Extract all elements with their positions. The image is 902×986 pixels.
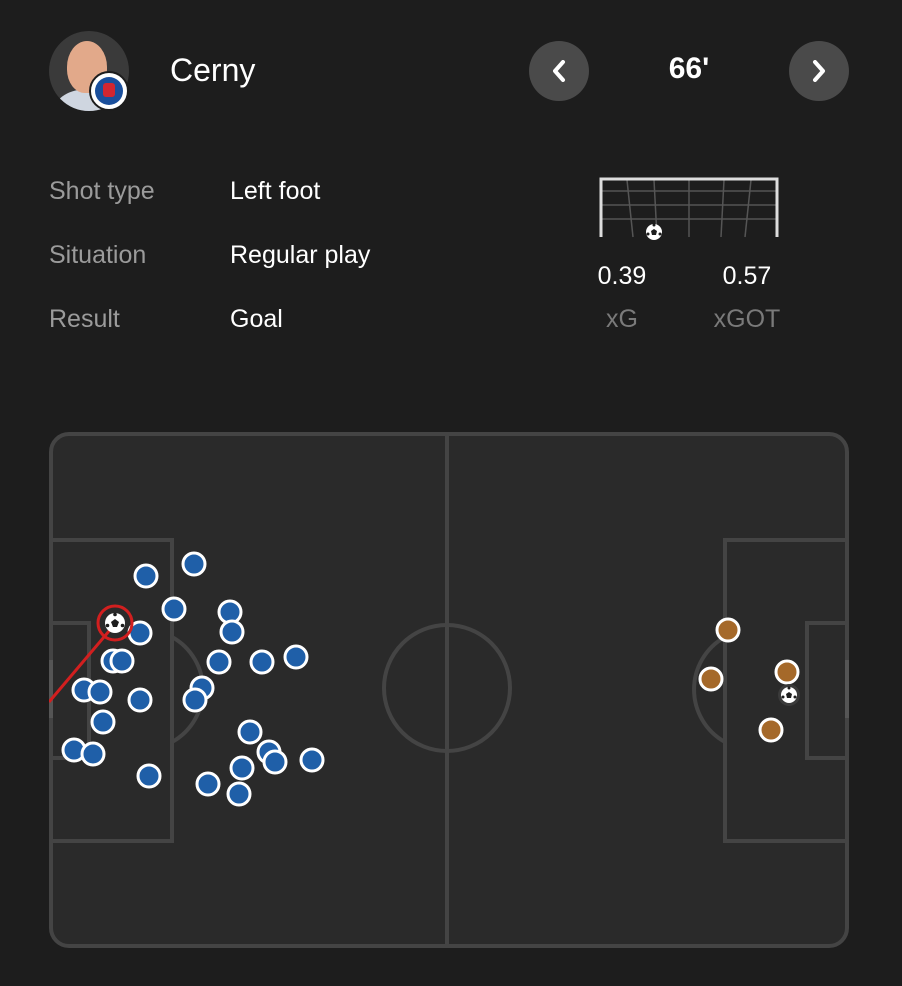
football-icon [778, 684, 800, 706]
xg-value: 0.39 [597, 262, 647, 290]
result-value: Goal [230, 305, 283, 333]
situation-label: Situation [49, 241, 147, 269]
chevron-left-icon [553, 60, 565, 82]
shot-type-label: Shot type [49, 177, 155, 205]
result-label: Result [49, 305, 120, 333]
xgot-value: 0.57 [722, 262, 772, 290]
shot-minute: 66' [668, 52, 710, 85]
chevron-right-icon [813, 60, 825, 82]
football-icon [646, 223, 662, 240]
next-shot-button[interactable] [789, 41, 849, 101]
xg-label: xG [606, 305, 638, 333]
shot-type-value: Left foot [230, 177, 321, 205]
team-badge [89, 71, 129, 111]
xgot-label: xGOT [713, 305, 781, 333]
situation-value: Regular play [230, 241, 371, 269]
shot-map-pitch [49, 432, 849, 948]
previous-shot-button[interactable] [529, 41, 589, 101]
goal-frame [599, 177, 779, 240]
player-name[interactable]: Cerny [170, 52, 255, 89]
